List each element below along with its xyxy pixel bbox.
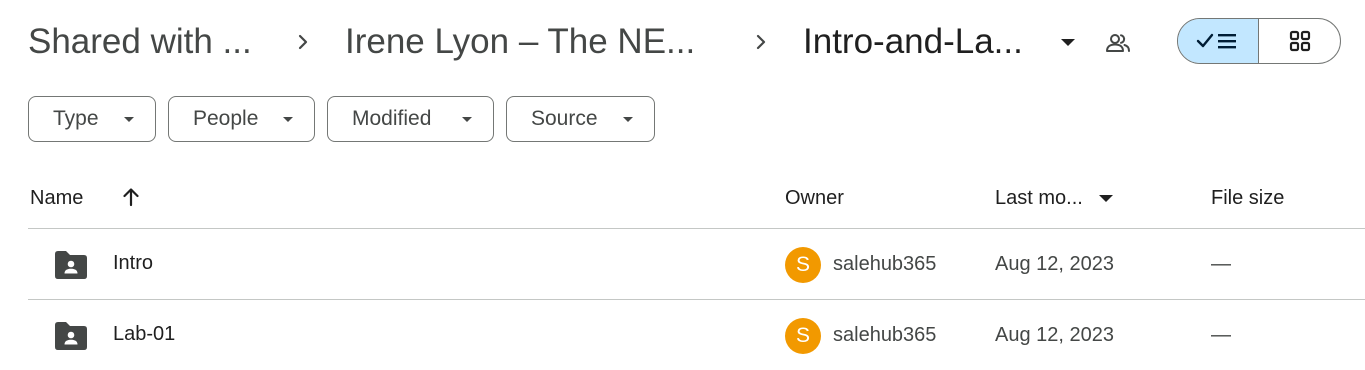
file-name: Intro <box>113 252 154 274</box>
avatar: S <box>785 318 821 354</box>
last-modified-date: Aug 12, 2023 <box>995 324 1114 346</box>
arrow-drop-down-icon <box>623 117 633 122</box>
breadcrumb-item-current-folder[interactable]: Intro-and-La... <box>803 18 1023 66</box>
shared-folder-icon <box>53 251 89 279</box>
shared-folder-icon <box>53 322 89 350</box>
view-toggle <box>1177 18 1341 64</box>
last-modified-options-button[interactable] <box>1097 189 1115 207</box>
breadcrumb-item-shared-with-me[interactable]: Shared with ... <box>28 18 252 66</box>
people-filter-label: People <box>193 107 259 130</box>
people-icon <box>1106 34 1130 52</box>
arrow-drop-down-icon <box>124 117 134 122</box>
modified-filter-label: Modified <box>352 107 432 130</box>
check-list-icon <box>1196 33 1236 49</box>
arrow-drop-down-icon <box>1099 195 1113 202</box>
grid-view-button[interactable] <box>1259 19 1340 63</box>
arrow-upward-icon <box>123 188 139 207</box>
breadcrumb-item-parent-folder[interactable]: Irene Lyon – The NE... <box>345 18 695 66</box>
column-header-name[interactable]: Name <box>30 184 83 212</box>
people-filter-chip[interactable]: People <box>168 96 315 142</box>
type-filter-chip[interactable]: Type <box>28 96 156 142</box>
file-size: — <box>1211 324 1231 346</box>
grid-icon <box>1289 30 1310 52</box>
modified-filter-chip[interactable]: Modified <box>327 96 494 142</box>
owner-name: salehub365 <box>833 253 937 275</box>
chevron-right-icon <box>749 28 773 56</box>
arrow-drop-down-icon <box>1061 39 1075 46</box>
list-view-button[interactable] <box>1178 19 1259 63</box>
avatar: S <box>785 247 821 283</box>
last-modified-date: Aug 12, 2023 <box>995 253 1114 275</box>
file-size: — <box>1211 253 1231 275</box>
column-header-file-size: File size <box>1211 187 1285 209</box>
table-row[interactable]: Lab-01 S salehub365 Aug 12, 2023 — <box>28 300 1365 370</box>
arrow-drop-down-icon <box>462 117 472 122</box>
sort-direction-button[interactable] <box>119 185 143 209</box>
arrow-drop-down-icon <box>283 117 293 122</box>
folder-actions-dropdown-button[interactable] <box>1054 28 1082 56</box>
column-header-owner[interactable]: Owner <box>785 184 844 212</box>
chevron-right-icon <box>291 28 315 56</box>
owner-name: salehub365 <box>833 324 937 346</box>
source-filter-chip[interactable]: Source <box>506 96 655 142</box>
manage-access-button[interactable] <box>1104 29 1132 57</box>
table-row[interactable]: Intro S salehub365 Aug 12, 2023 — <box>28 229 1365 299</box>
file-name: Lab-01 <box>113 323 176 345</box>
type-filter-label: Type <box>53 107 99 130</box>
source-filter-label: Source <box>531 107 598 130</box>
drive-folder-view: Shared with ... Irene Lyon – The NE... I… <box>0 0 1365 370</box>
column-header-last-modified[interactable]: Last mo... <box>995 184 1083 212</box>
